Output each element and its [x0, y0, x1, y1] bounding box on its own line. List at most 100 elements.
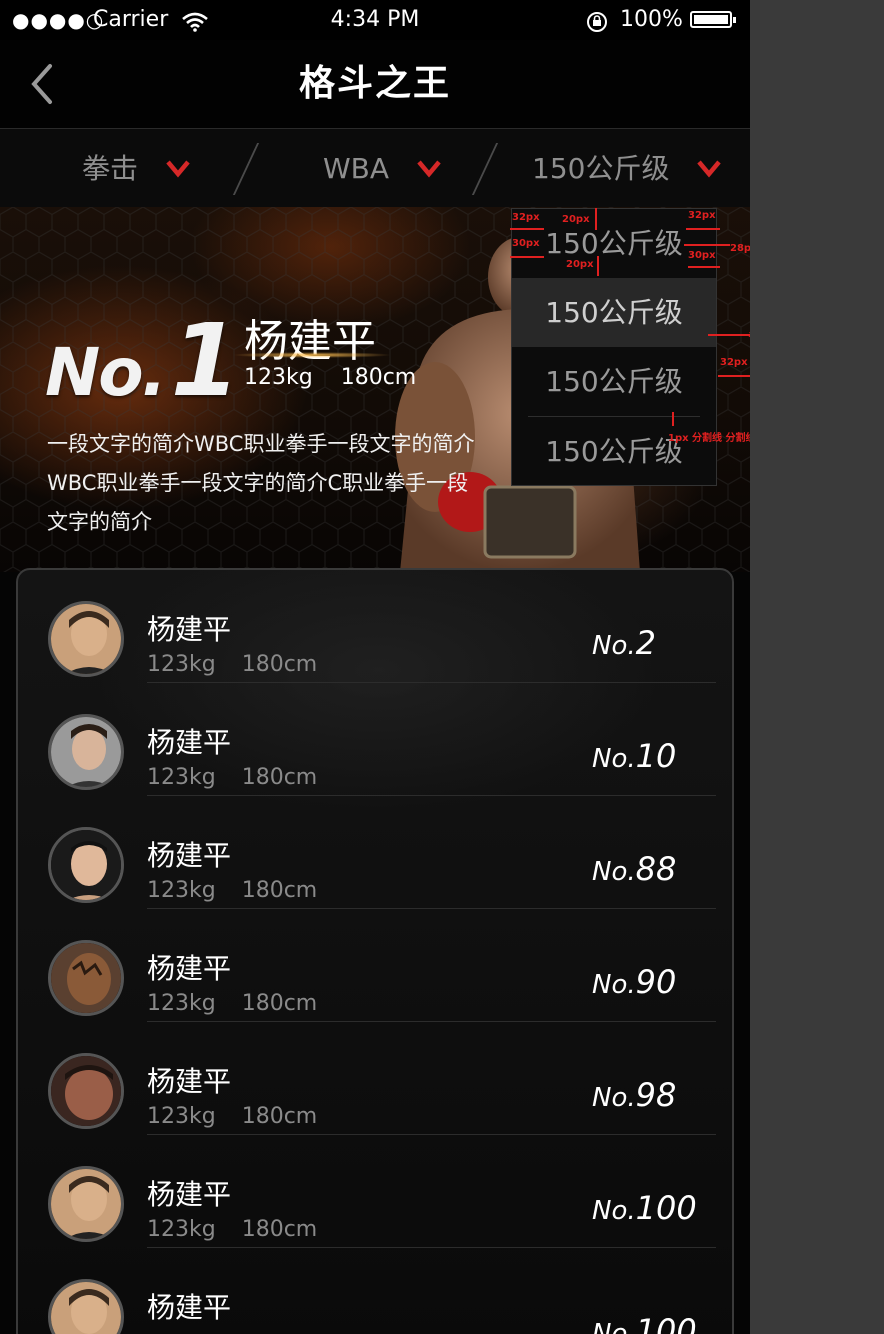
list-item[interactable]: 杨建平 123kg 180cm No.90	[18, 909, 732, 1022]
fighter-height: 180cm	[241, 878, 318, 903]
rank-number: 90	[635, 963, 677, 1001]
list-item[interactable]: 杨建平 123kg 180cm No.10	[18, 683, 732, 796]
fighter-rank: No.90	[592, 963, 676, 1001]
fighter-rank: No.100	[592, 1189, 697, 1227]
chevron-down-icon	[417, 160, 441, 178]
annotation-label: 20px	[566, 259, 594, 270]
filter-bar: 拳击 WBA 150公斤级	[0, 129, 750, 207]
fighter-weight: 123kg	[147, 991, 216, 1016]
annotation-line	[595, 208, 597, 230]
fighter-name: 杨建平	[147, 1291, 232, 1324]
fighter-weight: 123kg	[147, 1104, 216, 1129]
hero-description: 一段文字的简介WBC职业拳手一段文字的简介WBC职业拳手一段文字的简介C职业拳手…	[47, 432, 475, 534]
fighter-stats: 123kg 180cm	[147, 652, 317, 677]
rank-prefix: No.	[592, 970, 636, 1000]
list-item[interactable]: 杨建平 123kg 180cm No.98	[18, 1022, 732, 1135]
annotation-line	[708, 334, 750, 336]
ranking-list: 杨建平 123kg 180cm No.2 杨建平 123kg 180cm No.10…	[16, 568, 734, 1334]
filter-organization[interactable]: WBA	[323, 129, 442, 207]
fighter-name: 杨建平	[147, 1178, 232, 1211]
rank-number: 100	[635, 1189, 697, 1227]
annotation-line	[718, 375, 750, 377]
hero-stats: 123kg 180cm	[244, 365, 416, 390]
annotation-line	[510, 256, 544, 258]
rank-prefix: No.	[592, 631, 636, 661]
annotation-label: 1px 分割线 分割线色	[668, 433, 750, 444]
filter-weight-class[interactable]: 150公斤级	[532, 129, 722, 207]
hero-rank-prefix: No.	[45, 334, 167, 411]
annotation-label: 30px	[512, 238, 540, 249]
fighter-rank: No.88	[592, 850, 676, 888]
filter-sport-label: 拳击	[82, 152, 139, 185]
avatar	[48, 714, 124, 790]
fighter-stats: 123kg 180cm	[147, 878, 317, 903]
phone-screen: ●●●●○ Carrier 4:34 PM 100% 格斗之王 拳击 WBA 1…	[0, 0, 750, 1334]
rotation-lock-icon	[586, 0, 608, 40]
fighter-stats: 123kg 180cm	[147, 1217, 317, 1242]
fighter-height: 180cm	[241, 765, 318, 790]
fighter-weight: 123kg	[147, 1217, 216, 1242]
fighter-rank: No.98	[592, 1076, 676, 1114]
chevron-down-icon	[697, 160, 722, 178]
annotation-line	[672, 412, 674, 426]
annotation-line	[684, 244, 730, 246]
status-bar: ●●●●○ Carrier 4:34 PM 100%	[0, 0, 750, 40]
fighter-stats: 123kg 180cm	[147, 1104, 317, 1129]
rank-number: 10	[635, 737, 677, 775]
annotation-label: #282828	[748, 328, 750, 342]
annotation-line	[688, 266, 720, 268]
rank-prefix: No.	[592, 744, 636, 774]
battery-icon	[690, 11, 736, 28]
annotation-line	[597, 256, 599, 276]
fighter-rank: No.2	[592, 624, 656, 662]
navigation-bar: 格斗之王	[0, 40, 750, 129]
avatar	[48, 601, 124, 677]
avatar	[48, 1279, 124, 1334]
hero-rank-number: 1	[170, 302, 241, 419]
annotation-label: 20px	[562, 214, 590, 225]
avatar	[48, 1053, 124, 1129]
filter-weight-class-label: 150公斤级	[532, 152, 670, 185]
avatar	[48, 1166, 124, 1242]
hero-height: 180cm	[340, 365, 417, 390]
dropdown-option-selected[interactable]: 150公斤级	[512, 278, 716, 347]
rank-number: 98	[635, 1076, 677, 1114]
rank-number: 88	[635, 850, 677, 888]
annotation-label: 32px	[720, 357, 748, 368]
fighter-height: 180cm	[241, 1104, 318, 1129]
fighter-height: 180cm	[241, 991, 318, 1016]
fighter-height: 180cm	[241, 652, 318, 677]
fighter-weight: 123kg	[147, 652, 216, 677]
fighter-rank: No.10	[592, 737, 676, 775]
avatar	[48, 827, 124, 903]
fighter-name: 杨建平	[147, 839, 232, 872]
fighter-weight: 123kg	[147, 878, 216, 903]
hero-rank: No.1	[45, 302, 240, 419]
fighter-name: 杨建平	[147, 952, 232, 985]
annotation-line	[510, 228, 544, 230]
name-glow	[232, 352, 392, 358]
fighter-weight: 123kg	[147, 765, 216, 790]
annotation-label: 32px	[512, 212, 540, 223]
fighter-rank: No.100	[592, 1312, 697, 1334]
hero-weight: 123kg	[244, 365, 313, 390]
rank-number: 100	[635, 1312, 697, 1334]
list-item[interactable]: 杨建平 123kg 180cm No.2	[18, 570, 732, 683]
annotation-label: 30px	[688, 250, 716, 261]
rank-prefix: No.	[592, 1196, 636, 1226]
list-item[interactable]: 杨建平 123kg 180cm No.88	[18, 796, 732, 909]
dropdown-option[interactable]: 150公斤级	[512, 347, 716, 416]
list-item[interactable]: 杨建平 123kg 180cm No.100	[18, 1135, 732, 1248]
battery-percent: 100%	[620, 7, 683, 32]
hero-fighter-name: 杨建平	[244, 316, 376, 367]
rank-prefix: No.	[592, 1083, 636, 1113]
rank-number: 2	[635, 624, 656, 662]
filter-sport[interactable]: 拳击	[82, 129, 191, 207]
page-title: 格斗之王	[298, 63, 451, 104]
dropdown-option[interactable]: 150公斤级	[512, 417, 716, 486]
annotation-label: 32px	[688, 210, 716, 221]
list-item[interactable]: 杨建平 No.100	[18, 1248, 732, 1334]
rank-prefix: No.	[592, 1319, 636, 1334]
annotation-line	[686, 228, 720, 230]
fighter-name: 杨建平	[147, 613, 232, 646]
